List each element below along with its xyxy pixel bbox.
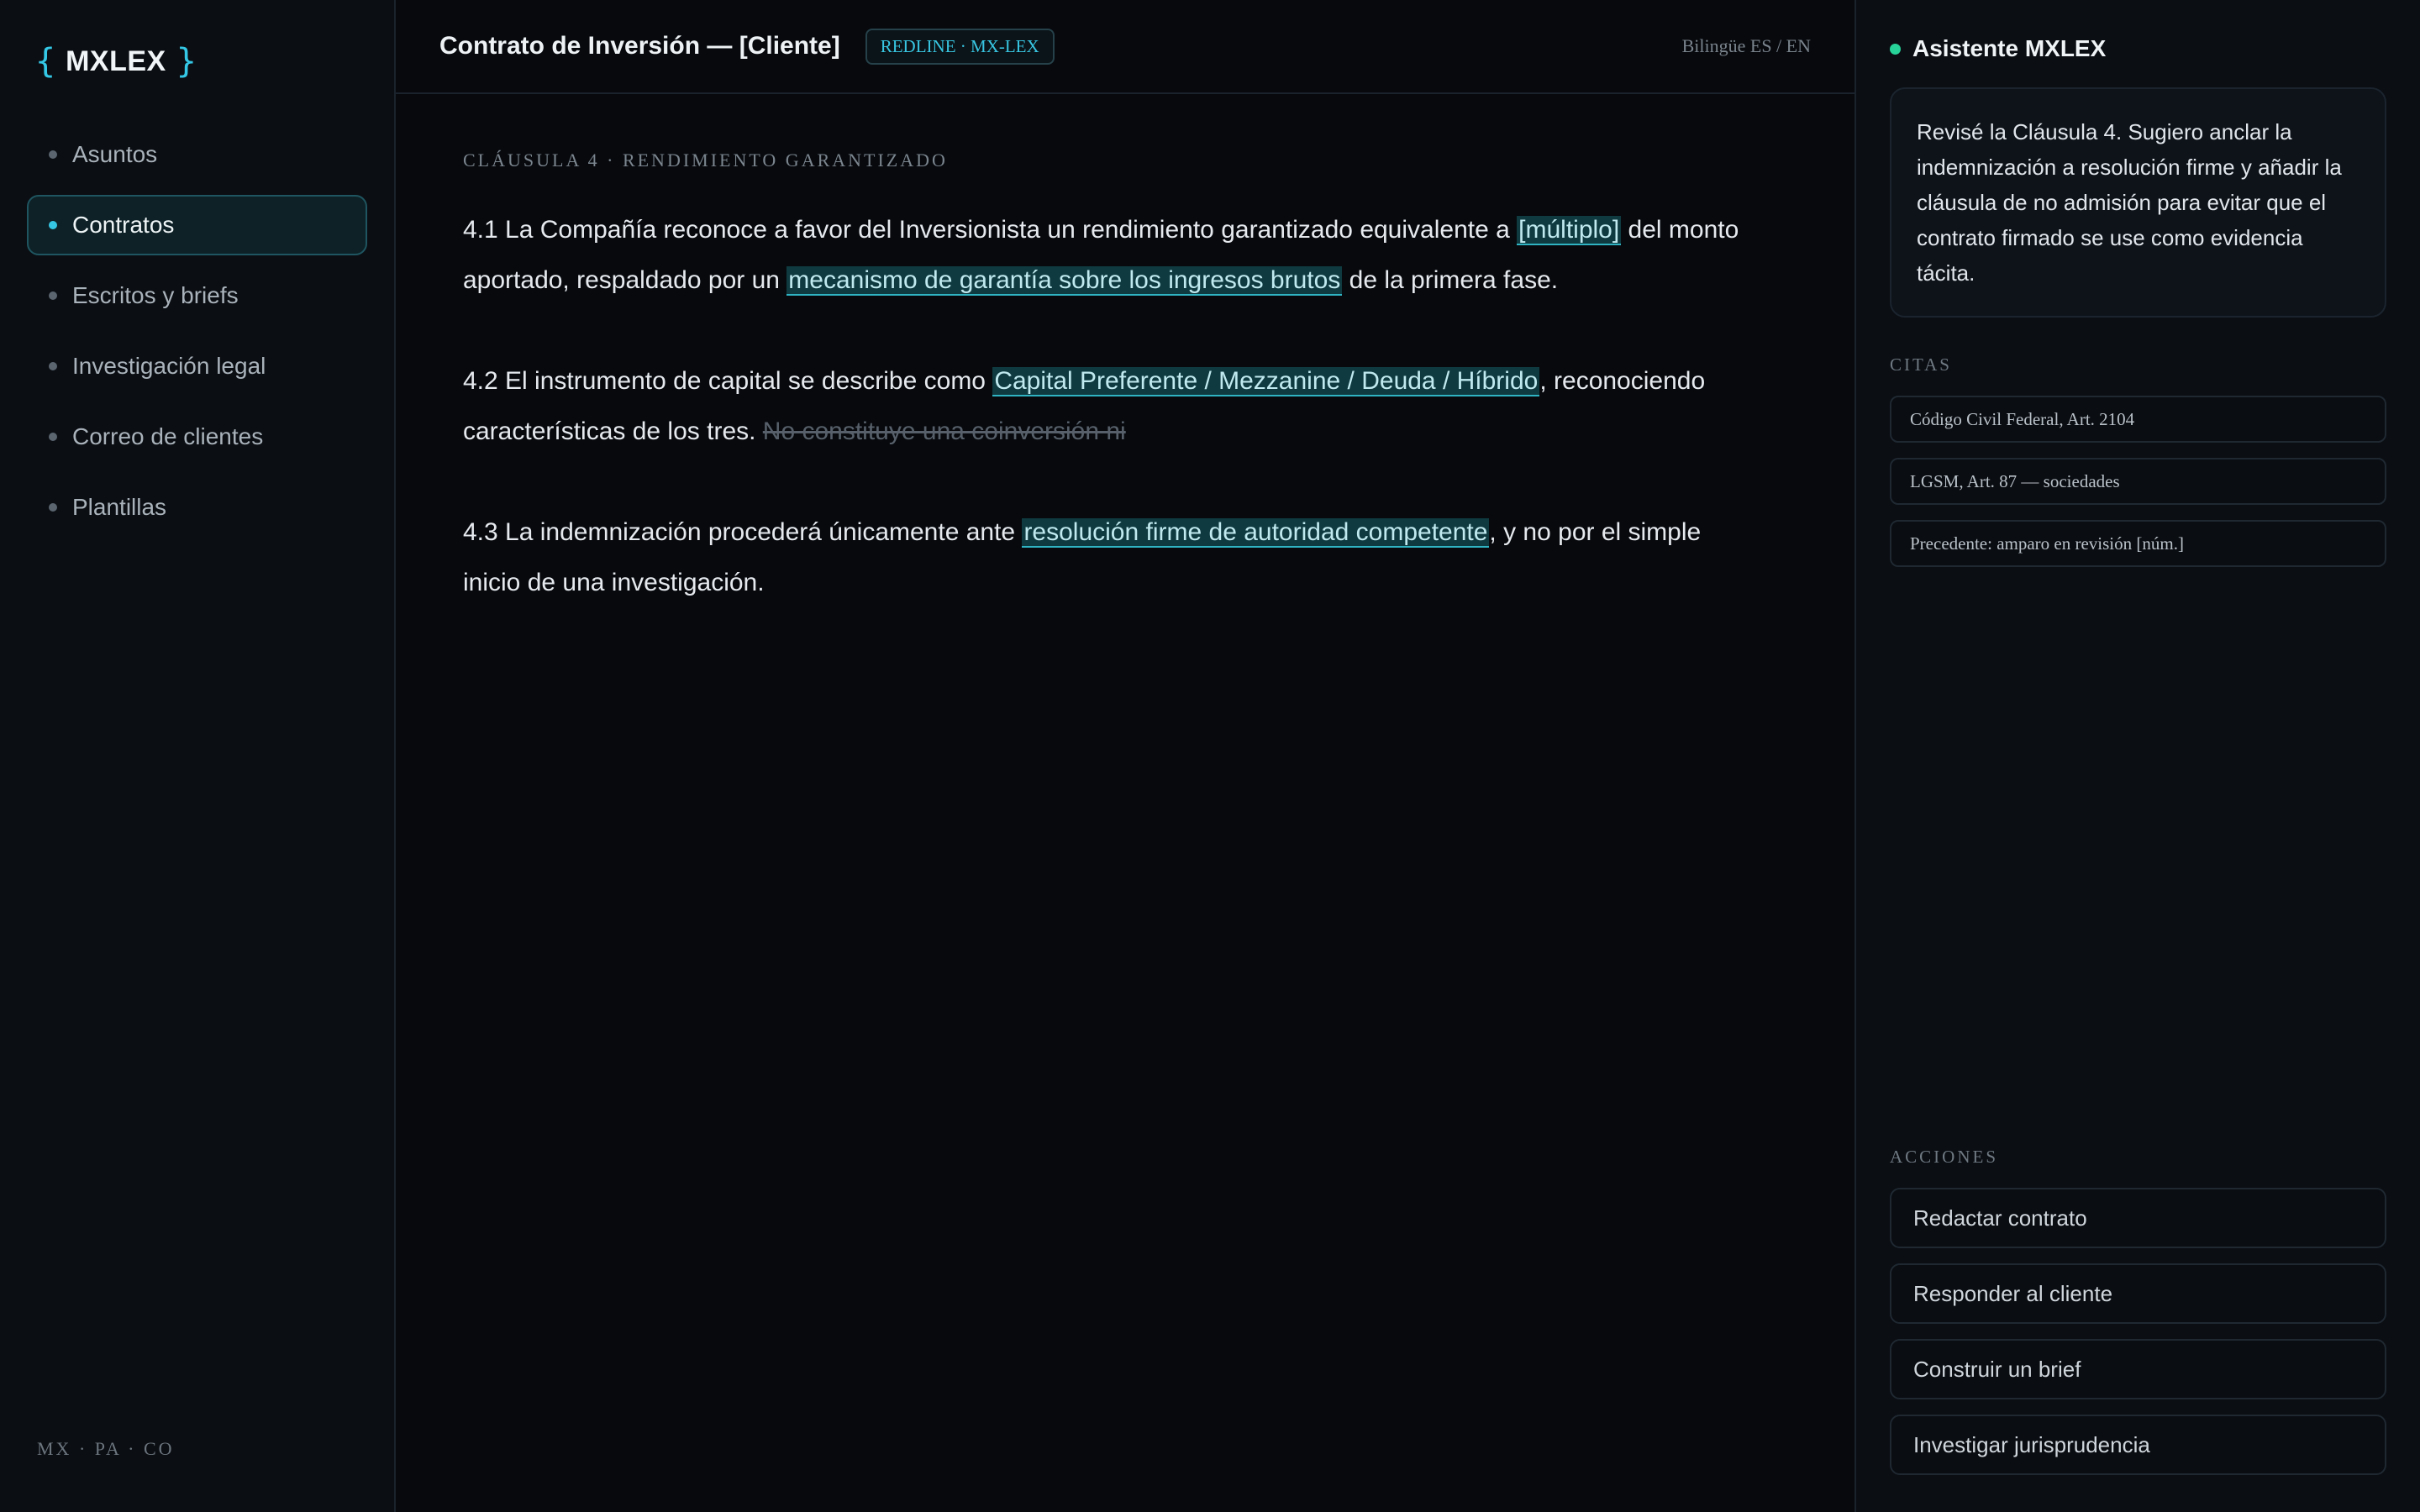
- bullet-icon: [49, 362, 57, 370]
- clause-paragraph-4-1[interactable]: 4.1 La Compañía reconoce a favor del Inv…: [463, 205, 1757, 306]
- reply-client-button[interactable]: Responder al cliente: [1890, 1263, 2386, 1324]
- brand-left-brace: {: [35, 42, 56, 81]
- sidebar-item-label: Contratos: [72, 212, 175, 238]
- citations-label: CITAS: [1890, 354, 1952, 375]
- sidebar-item-investigacion[interactable]: Investigación legal: [27, 336, 367, 396]
- sidebar-item-asuntos[interactable]: Asuntos: [27, 124, 367, 185]
- assistant-actions: ACCIONES Redactar contrato Responder al …: [1890, 1147, 2386, 1475]
- sidebar-nav: Asuntos Contratos Escritos y briefs Inve…: [27, 124, 367, 538]
- clause-paragraph-4-2[interactable]: 4.2 El instrumento de capital se describ…: [463, 356, 1757, 457]
- brand-logo[interactable]: { MXLEX }: [35, 42, 367, 81]
- citation-item[interactable]: Código Civil Federal, Art. 2104: [1890, 396, 2386, 443]
- research-caselaw-button[interactable]: Investigar jurisprudencia: [1890, 1415, 2386, 1475]
- document-header: Contrato de Inversión — [Cliente] REDLIN…: [396, 0, 1854, 94]
- citation-item[interactable]: Precedente: amparo en revisión [núm.]: [1890, 520, 2386, 567]
- sidebar-item-label: Correo de clientes: [72, 423, 264, 449]
- status-dot-icon: [1890, 43, 1901, 55]
- assistant-panel: Asistente MXLEX Revisé la Cláusula 4. Su…: [1854, 0, 2420, 1512]
- brand-right-brace: }: [176, 42, 197, 81]
- sidebar-item-label: Investigación legal: [72, 353, 266, 379]
- sidebar-item-contratos[interactable]: Contratos: [27, 195, 367, 255]
- build-brief-button[interactable]: Construir un brief: [1890, 1339, 2386, 1399]
- assistant-message: Revisé la Cláusula 4. Sugiero anclar la …: [1890, 87, 2386, 318]
- text-segment: 4.2 El instrumento de capital se describ…: [463, 367, 993, 395]
- sidebar-item-label: Plantillas: [72, 494, 167, 520]
- app-root: { MXLEX } Asuntos Contratos Escritos y b…: [0, 0, 2420, 1512]
- clause-paragraph-4-3[interactable]: 4.3 La indemnización procederá únicament…: [463, 507, 1757, 608]
- text-segment: de la primera fase.: [1342, 266, 1559, 294]
- text-segment: 4.1 La Compañía reconoce a favor del Inv…: [463, 216, 1518, 244]
- text-segment: 4.3 La indemnización procederá únicament…: [463, 518, 1023, 546]
- draft-contract-button[interactable]: Redactar contrato: [1890, 1188, 2386, 1248]
- redline-badge: REDLINE · MX-LEX: [865, 28, 1055, 65]
- assistant-header: Asistente MXLEX: [1890, 35, 2386, 62]
- highlighted-term[interactable]: mecanismo de garantía sobre los ingresos…: [786, 266, 1343, 296]
- main-editor: Contrato de Inversión — [Cliente] REDLIN…: [396, 0, 1854, 1512]
- actions-label: ACCIONES: [1890, 1147, 1999, 1167]
- highlighted-term[interactable]: resolución firme de autoridad competente: [1022, 518, 1490, 548]
- highlighted-term[interactable]: [múltiplo]: [1517, 216, 1622, 245]
- bullet-icon: [49, 433, 57, 441]
- sidebar: { MXLEX } Asuntos Contratos Escritos y b…: [0, 0, 396, 1512]
- language-indicator[interactable]: Bilingüe ES / EN: [1682, 35, 1811, 57]
- sidebar-item-label: Escritos y briefs: [72, 282, 239, 308]
- sidebar-footer-jurisdictions: MX · PA · CO: [37, 1438, 175, 1459]
- assistant-title: Asistente MXLEX: [1912, 35, 2107, 61]
- document-title: Contrato de Inversión — [Cliente]: [439, 32, 840, 60]
- citation-item[interactable]: LGSM, Art. 87 — sociedades: [1890, 458, 2386, 505]
- bullet-icon: [49, 221, 57, 229]
- sidebar-item-label: Asuntos: [72, 141, 158, 167]
- document-body[interactable]: CLÁUSULA 4 · RENDIMIENTO GARANTIZADO 4.1…: [396, 94, 1854, 608]
- deleted-text[interactable]: No constituye una coinversión ni: [763, 417, 1126, 445]
- sidebar-item-escritos[interactable]: Escritos y briefs: [27, 265, 367, 326]
- bullet-icon: [49, 291, 57, 300]
- brand-name: MXLEX: [66, 45, 166, 77]
- sidebar-item-correo[interactable]: Correo de clientes: [27, 407, 367, 467]
- clause-heading: CLÁUSULA 4 · RENDIMIENTO GARANTIZADO: [463, 150, 948, 171]
- bullet-icon: [49, 150, 57, 159]
- highlighted-term[interactable]: Capital Preferente / Mezzanine / Deuda /…: [992, 367, 1540, 396]
- sidebar-item-plantillas[interactable]: Plantillas: [27, 477, 367, 538]
- bullet-icon: [49, 503, 57, 512]
